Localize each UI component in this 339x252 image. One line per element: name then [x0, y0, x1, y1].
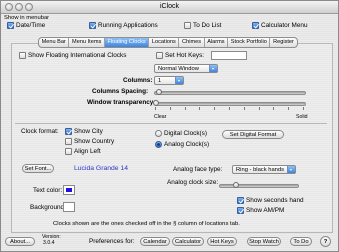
slider-tick: [243, 107, 245, 110]
slider-tick: [155, 107, 156, 110]
slider-tick: [258, 107, 260, 110]
slider-tick: [229, 107, 230, 110]
clock-format-label: Clock format:: [21, 128, 59, 135]
show-am-pm-label: Show AM/PM: [246, 207, 285, 214]
show-floating-clocks-label: Show Floating International Clocks: [28, 52, 127, 59]
background-label: Background:: [30, 204, 66, 211]
chevron-down-icon: [175, 77, 183, 84]
analog-clocks-label: Analog Clock(s): [164, 141, 210, 148]
to-do-button[interactable]: To Do: [290, 237, 312, 246]
tab-menu-bar[interactable]: Menu Bar: [39, 38, 70, 47]
slider-tick: [273, 107, 275, 110]
to-do-list-checkbox[interactable]: [184, 22, 191, 29]
about-button[interactable]: About...: [5, 237, 35, 246]
calculator-menu-label: Calculator Menu: [261, 22, 308, 29]
analog-clock-size-label: Analog clock size:: [167, 179, 219, 186]
slider-tick: [184, 107, 186, 110]
preferences-tabs: Menu Bar Menu Items Floating Clocks Loca…: [38, 37, 298, 48]
tab-register[interactable]: Register: [270, 38, 296, 47]
calculator-button[interactable]: Calculator: [172, 237, 204, 246]
align-left-checkbox[interactable]: [65, 148, 72, 155]
solid-label: Solid: [296, 114, 308, 120]
analog-clock-size-slider[interactable]: [219, 184, 299, 188]
analog-face-type-label: Analog face type:: [173, 166, 223, 173]
iclock-window: iClock Show in menubar Date/Time Running…: [0, 0, 339, 252]
align-left-label: Align Left: [74, 148, 101, 155]
analog-face-type-value: Ring - black hands: [236, 167, 285, 173]
chevron-down-icon: [287, 166, 295, 173]
show-country-label: Show Country: [74, 138, 115, 145]
slider-tick: [214, 107, 216, 110]
set-hot-keys-label: Set Hot Keys:: [165, 52, 205, 59]
tab-alarms[interactable]: Alarms: [205, 38, 229, 47]
hot-keys-button[interactable]: Hot Keys: [207, 237, 237, 246]
text-color-label: Text color:: [33, 187, 63, 194]
title-bar: iClock: [1, 1, 338, 14]
version-value: 3.0.4: [43, 240, 55, 246]
digital-clocks-radio[interactable]: [155, 130, 162, 137]
running-applications-checkbox[interactable]: [89, 22, 96, 29]
text-color-fill: [66, 188, 72, 192]
show-country-checkbox[interactable]: [65, 138, 72, 145]
window-mode-popup[interactable]: Normal Window: [154, 64, 218, 73]
show-floating-clocks-checkbox[interactable]: [19, 52, 26, 59]
to-do-list-label: To Do List: [193, 22, 222, 29]
analog-face-type-popup[interactable]: Ring - black hands: [232, 165, 296, 174]
font-value: Lucida Grande 14: [74, 165, 129, 172]
slider-tick: [288, 107, 290, 110]
stop-watch-button[interactable]: Stop Watch: [247, 237, 281, 246]
columns-popup[interactable]: 1: [154, 76, 184, 85]
show-city-checkbox[interactable]: [65, 128, 72, 135]
background-color-well[interactable]: [63, 202, 75, 212]
slider-tick: [303, 107, 304, 110]
columns-spacing-knob[interactable]: [155, 89, 162, 95]
tab-chimes[interactable]: Chimes: [179, 38, 205, 47]
set-hot-keys-checkbox[interactable]: [156, 52, 163, 59]
clear-label: Clear: [154, 114, 167, 120]
columns-value: 1: [158, 78, 162, 84]
window-mode-value: Normal Window: [158, 66, 199, 72]
tab-menu-items[interactable]: Menu Items: [69, 38, 105, 47]
window-transparency-slider[interactable]: [154, 102, 306, 106]
analog-clock-size-knob[interactable]: [232, 182, 239, 188]
columns-label: Columns:: [123, 77, 153, 84]
slider-tick: [199, 107, 201, 110]
show-am-pm-checkbox[interactable]: [237, 207, 244, 214]
slider-tick: [169, 107, 171, 110]
show-seconds-hand-label: Show seconds hand: [246, 197, 304, 204]
window-transparency-knob[interactable]: [153, 100, 159, 106]
tab-locations[interactable]: Locations: [149, 38, 180, 47]
footer-note: Clocks shown are the ones checked off in…: [53, 221, 240, 227]
preferences-for-label: Preferences for:: [89, 238, 135, 245]
section-divider: [15, 123, 327, 124]
text-color-well[interactable]: [63, 185, 75, 195]
analog-clocks-radio[interactable]: [155, 141, 162, 148]
calculator-menu-checkbox[interactable]: [252, 22, 259, 29]
hot-keys-field[interactable]: [211, 51, 247, 60]
tab-stock-portfolio[interactable]: Stock Portfolio: [228, 38, 271, 47]
columns-spacing-label: Columns Spacing:: [92, 88, 149, 95]
columns-spacing-slider[interactable]: [154, 91, 306, 95]
show-city-label: Show City: [74, 128, 103, 135]
set-font-button[interactable]: Set Font...: [22, 164, 54, 173]
set-digital-format-button[interactable]: Set Digital Format: [222, 130, 284, 139]
show-in-menubar-label: Show in menubar: [4, 15, 50, 21]
window-transparency-label: Window transparency:: [87, 99, 156, 106]
date-time-checkbox[interactable]: [7, 22, 14, 29]
date-time-label: Date/Time: [16, 22, 46, 29]
chevron-down-icon: [209, 65, 217, 72]
show-seconds-hand-checkbox[interactable]: [237, 197, 244, 204]
tab-floating-clocks[interactable]: Floating Clocks: [104, 38, 150, 47]
digital-clocks-label: Digital Clock(s): [164, 130, 207, 137]
window-title: iClock: [159, 3, 180, 10]
help-button[interactable]: ?: [320, 236, 331, 247]
background-color-fill: [66, 205, 72, 209]
calendar-button[interactable]: Calendar: [140, 237, 170, 246]
running-applications-label: Running Applications: [98, 22, 158, 29]
